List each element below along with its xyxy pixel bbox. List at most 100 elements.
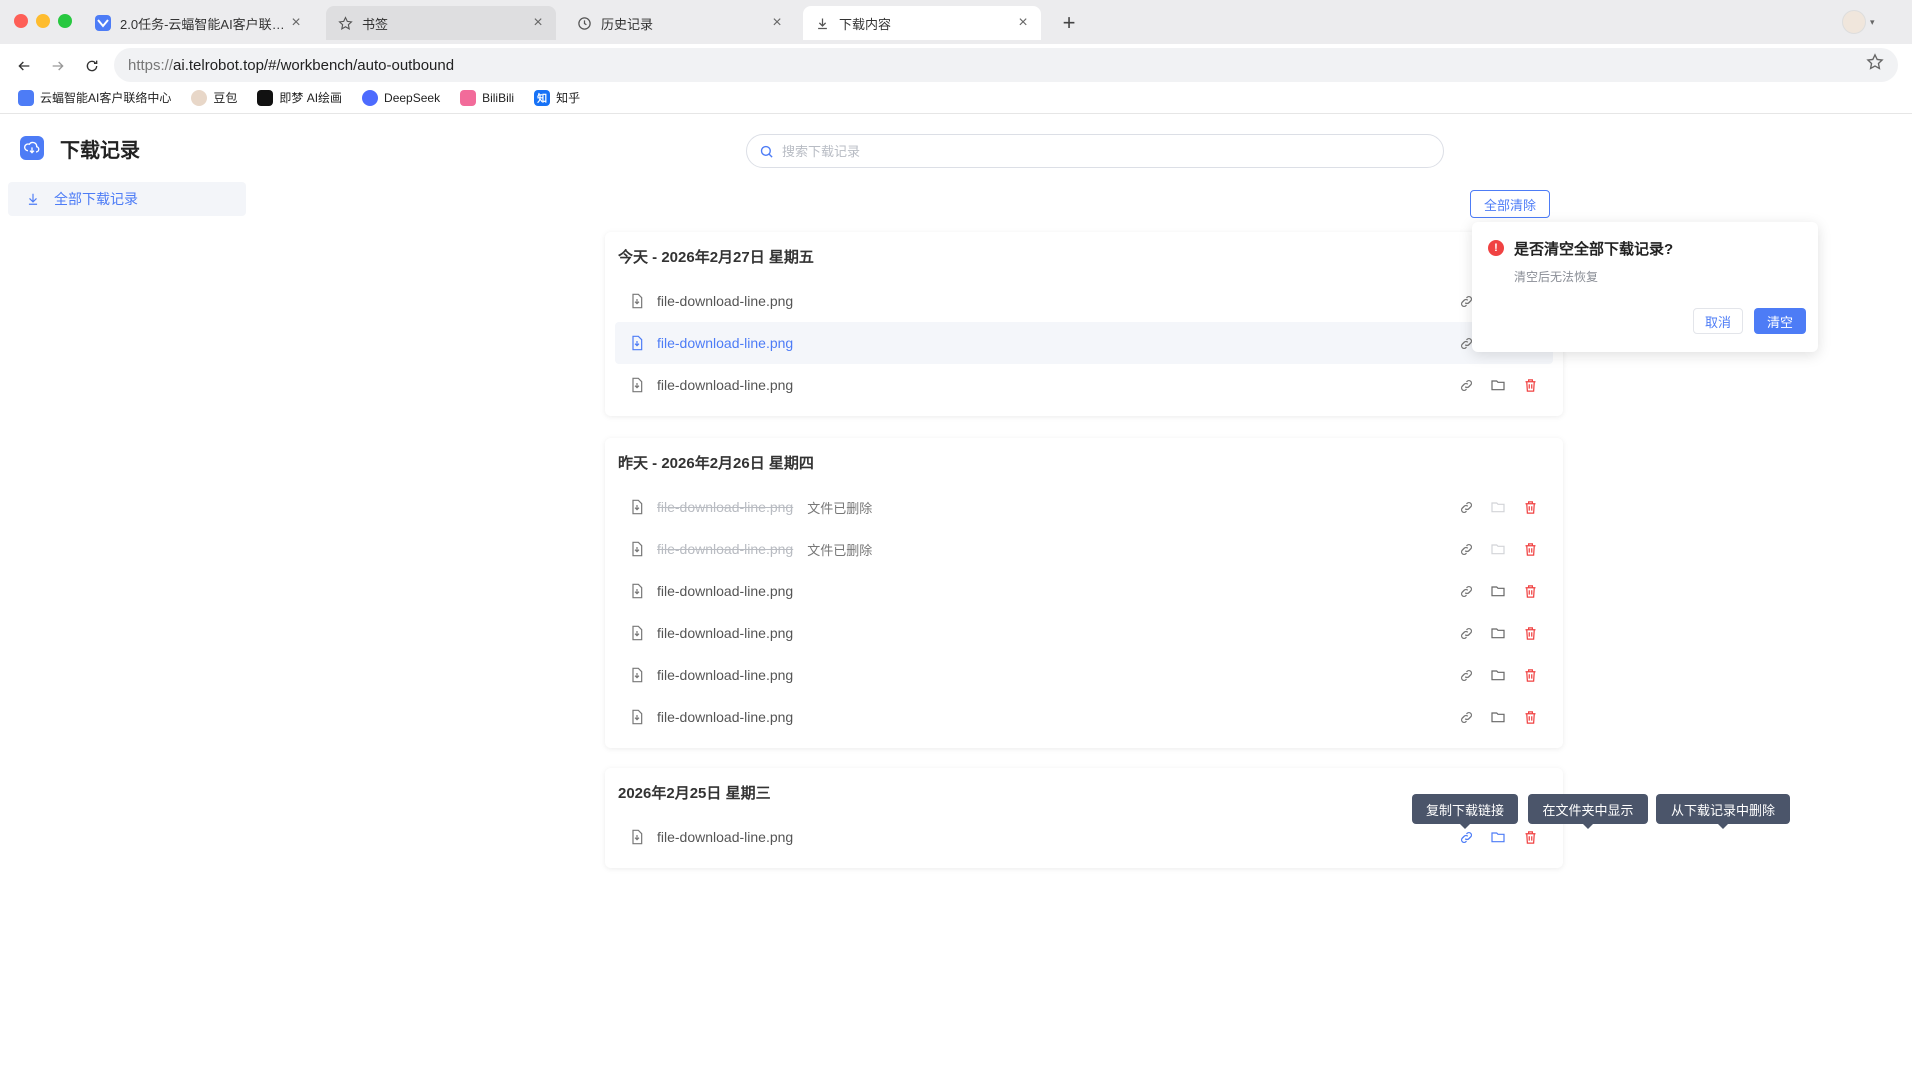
row-actions	[1457, 666, 1539, 684]
folder-icon[interactable]	[1489, 376, 1507, 394]
copy-link-icon[interactable]	[1457, 376, 1475, 394]
chevron-down-icon: ▾	[1870, 16, 1875, 27]
tab-history[interactable]: 历史记录 ×	[565, 6, 795, 40]
reload-icon	[86, 60, 98, 72]
forward-button[interactable]	[46, 54, 70, 78]
download-row[interactable]: file-download-line.png	[615, 364, 1553, 406]
group-heading: 昨天 - 2026年2月26日 星期四	[618, 455, 814, 472]
bookmark-star-icon[interactable]	[1866, 53, 1886, 73]
bookmark-telrobot[interactable]: 云蝠智能AI客户联络中心	[18, 89, 171, 106]
cancel-button[interactable]: 取消	[1693, 308, 1743, 334]
download-row[interactable]: file-download-line.png 文件已删除	[615, 528, 1553, 570]
file-name[interactable]: file-download-line.png	[657, 499, 793, 515]
trash-icon[interactable]	[1521, 624, 1539, 642]
window-close-button[interactable]	[14, 14, 28, 28]
row-actions	[1457, 376, 1539, 394]
download-row[interactable]: file-download-line.png	[615, 280, 1553, 322]
doubao-logo-icon	[191, 89, 208, 106]
bookmark-bilibili[interactable]: BiliBili	[460, 89, 514, 106]
search-icon	[760, 145, 773, 158]
tab-telrobot[interactable]: 2.0任务-云蝠智能AI客户联络... ×	[84, 6, 314, 40]
copy-link-icon[interactable]	[1457, 666, 1475, 684]
download-group: 昨天 - 2026年2月26日 星期四 file-download-line.pn…	[605, 438, 1563, 748]
file-name[interactable]: file-download-line.png	[657, 625, 793, 641]
download-row[interactable]: file-download-line.png	[615, 654, 1553, 696]
window-zoom-button[interactable]	[58, 14, 72, 28]
copy-link-icon[interactable]	[1457, 540, 1475, 558]
file-icon	[629, 709, 645, 725]
new-tab-button[interactable]: +	[1056, 10, 1082, 36]
trash-icon[interactable]	[1521, 498, 1539, 516]
tab-title: 2.0任务-云蝠智能AI客户联络...	[120, 16, 288, 32]
file-deleted-label: 文件已删除	[807, 542, 873, 558]
row-actions	[1457, 540, 1539, 558]
window-minimize-button[interactable]	[36, 14, 50, 28]
back-button[interactable]	[12, 54, 36, 78]
file-name[interactable]: file-download-line.png	[657, 829, 793, 845]
close-icon[interactable]: ×	[1015, 15, 1031, 31]
file-name[interactable]: file-download-line.png	[657, 335, 793, 351]
download-row[interactable]: file-download-line.png	[615, 696, 1553, 738]
bookmark-doubao[interactable]: 豆包	[191, 89, 237, 106]
trash-icon[interactable]	[1521, 582, 1539, 600]
file-name[interactable]: file-download-line.png	[657, 377, 793, 393]
folder-icon[interactable]	[1489, 624, 1507, 642]
file-name[interactable]: file-download-line.png	[657, 667, 793, 683]
copy-link-icon[interactable]	[1457, 828, 1475, 846]
copy-link-icon[interactable]	[1457, 708, 1475, 726]
clear-all-button[interactable]: 全部清除	[1470, 190, 1550, 218]
url-input[interactable]: https://ai.telrobot.top/#/workbench/auto…	[114, 48, 1898, 82]
trash-icon[interactable]	[1521, 376, 1539, 394]
trash-icon[interactable]	[1521, 666, 1539, 684]
download-group: 今天 - 2026年2月27日 星期五 file-download-line.pn…	[605, 232, 1563, 416]
file-icon	[629, 829, 645, 845]
trash-icon[interactable]	[1521, 708, 1539, 726]
url-scheme: https://	[128, 56, 174, 74]
download-row[interactable]: file-download-line.png	[615, 612, 1553, 654]
file-name[interactable]: file-download-line.png	[657, 583, 793, 599]
folder-icon[interactable]	[1489, 666, 1507, 684]
tab-bookmarks[interactable]: 书签 ×	[326, 6, 556, 40]
bilibili-logo-icon	[460, 89, 477, 106]
download-icon	[813, 14, 831, 32]
folder-icon[interactable]	[1489, 828, 1507, 846]
close-icon[interactable]: ×	[530, 15, 546, 31]
trash-icon[interactable]	[1521, 828, 1539, 846]
file-name[interactable]: file-download-line.png	[657, 541, 793, 557]
sidebar-item-all-downloads[interactable]: 全部下载记录	[8, 182, 246, 216]
bookmark-jimeng[interactable]: 即梦 AI绘画	[257, 89, 342, 106]
zhihu-logo-icon: 知	[534, 89, 551, 106]
download-row[interactable]: file-download-line.png 文件已删除	[615, 486, 1553, 528]
file-icon	[629, 377, 645, 393]
folder-icon[interactable]	[1489, 582, 1507, 600]
group-heading: 今天 - 2026年2月27日 星期五	[618, 249, 814, 266]
star-icon	[336, 14, 354, 32]
reload-button[interactable]	[80, 54, 104, 78]
deepseek-logo-icon	[362, 89, 379, 106]
trash-icon[interactable]	[1521, 540, 1539, 558]
confirm-clear-button[interactable]: 清空	[1754, 308, 1806, 334]
folder-icon[interactable]	[1489, 540, 1507, 558]
tooltip-copy-link: 复制下载链接	[1412, 794, 1518, 829]
file-name[interactable]: file-download-line.png	[657, 293, 793, 309]
copy-link-icon[interactable]	[1457, 498, 1475, 516]
download-row[interactable]: file-download-line.png	[615, 322, 1553, 364]
download-row[interactable]: file-download-line.png	[615, 570, 1553, 612]
search-input[interactable]	[782, 143, 1382, 159]
bookmarks-bar: 云蝠智能AI客户联络中心 豆包 即梦 AI绘画 DeepSeek BiliBil…	[0, 82, 1912, 114]
close-icon[interactable]: ×	[288, 15, 304, 31]
tooltip-delete-record: 从下载记录中删除	[1656, 794, 1790, 829]
row-actions	[1457, 624, 1539, 642]
folder-icon[interactable]	[1489, 498, 1507, 516]
copy-link-icon[interactable]	[1457, 624, 1475, 642]
tab-title: 历史记录	[601, 16, 654, 32]
copy-link-icon[interactable]	[1457, 582, 1475, 600]
tab-downloads[interactable]: 下载内容 ×	[803, 6, 1041, 40]
file-icon	[629, 667, 645, 683]
file-name[interactable]: file-download-line.png	[657, 709, 793, 725]
profile-menu[interactable]: ▾	[1842, 8, 1888, 36]
bookmark-zhihu[interactable]: 知 知乎	[534, 89, 580, 106]
folder-icon[interactable]	[1489, 708, 1507, 726]
bookmark-deepseek[interactable]: DeepSeek	[362, 89, 440, 106]
close-icon[interactable]: ×	[769, 15, 785, 31]
